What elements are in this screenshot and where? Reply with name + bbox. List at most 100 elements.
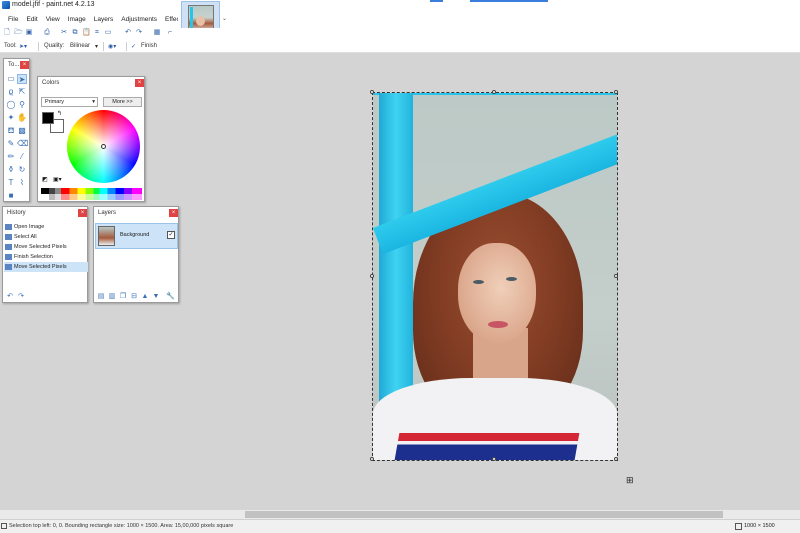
lasso-tool-icon[interactable]: ϱ [6, 87, 16, 97]
gradient-tool-icon[interactable]: ▩ [17, 126, 27, 136]
finish-button[interactable]: Finish [141, 43, 157, 49]
selection-handle[interactable] [614, 274, 618, 278]
paste-icon[interactable]: 📋 [82, 29, 91, 37]
selection-handle[interactable] [370, 274, 374, 278]
color-palette-light[interactable] [41, 194, 142, 200]
palette-icon[interactable]: ◩ [42, 176, 48, 183]
delete-layer-icon[interactable]: ▥ [108, 293, 116, 300]
deselect-icon[interactable]: ▭ [104, 29, 112, 37]
title-bar: model.jfif - paint.net 4.2.13 [0, 0, 800, 10]
eraser-tool-icon[interactable]: ⌫ [17, 139, 28, 149]
recolor-tool-icon[interactable]: ↻ [17, 165, 27, 175]
magic-wand-tool-icon[interactable]: ✦ [6, 113, 16, 123]
redo-icon[interactable]: ↷ [135, 29, 143, 37]
history-item[interactable]: Select All [4, 232, 88, 242]
history-item[interactable]: Finish Selection [4, 252, 88, 262]
app-icon [2, 1, 10, 9]
selection-handle[interactable] [492, 90, 496, 94]
move-selection-tool-icon[interactable]: ⇱ [17, 87, 27, 97]
close-icon[interactable]: × [20, 61, 29, 69]
print-icon[interactable]: ⎙ [43, 29, 51, 37]
layer-thumbnail [98, 226, 115, 246]
history-item-selected[interactable]: Move Selected Pixels [4, 262, 88, 272]
save-icon[interactable]: ▣ [25, 29, 33, 37]
shapes-tool-icon[interactable]: ■ [6, 191, 16, 201]
merge-layer-icon[interactable]: ⊟ [130, 293, 138, 300]
close-icon[interactable]: × [169, 209, 178, 217]
main-toolbar: 🗋 🗁 ▣ ⎙ ✂ ⧉ 📋 ⌗ ▭ ↶ ↷ ▦ ⌐ [0, 28, 800, 40]
finish-selection-icon [5, 254, 12, 260]
paintbrush-tool-icon[interactable]: ✎ [6, 139, 16, 149]
selection-handle[interactable] [370, 457, 374, 461]
primary-color-swatch[interactable] [42, 112, 54, 124]
line-curve-tool-icon[interactable]: ⌇ [17, 178, 27, 188]
close-icon[interactable]: × [135, 79, 144, 87]
menu-edit[interactable]: Edit [22, 16, 41, 23]
duplicate-layer-icon[interactable]: ❐ [119, 293, 127, 300]
rectangle-select-tool-icon[interactable]: ▭ [6, 74, 16, 84]
checkmark-icon[interactable]: ✓ [131, 43, 136, 50]
layers-window: Layers × Background ✓ ▤ ▥ ❐ ⊟ ▲ ▼ 🔧 [93, 206, 179, 303]
swap-colors-icon[interactable]: ↰ [57, 110, 62, 117]
chevron-down-icon[interactable]: ▾ [95, 43, 98, 50]
selection-marquee[interactable] [370, 90, 618, 461]
new-file-icon[interactable]: 🗋 [3, 29, 11, 37]
pan-tool-icon[interactable]: ✋ [17, 113, 27, 123]
grid-icon[interactable]: ▦ [153, 29, 161, 37]
divider [38, 42, 39, 51]
layers-window-title: Layers [98, 210, 117, 216]
layer-row[interactable]: Background ✓ [95, 223, 178, 249]
menu-adjustments[interactable]: Adjustments [117, 16, 161, 23]
tab-list-chevron-icon[interactable]: ⌄ [222, 15, 227, 22]
menu-view[interactable]: View [42, 16, 64, 23]
chevron-down-icon: ▾ [92, 99, 95, 105]
undo-icon[interactable]: ↶ [124, 29, 132, 37]
cut-icon[interactable]: ✂ [60, 29, 68, 37]
selection-handle[interactable] [492, 457, 496, 461]
zoom-tool-icon[interactable]: ⚲ [17, 100, 27, 110]
text-tool-icon[interactable]: T [6, 178, 16, 188]
layer-visibility-checkbox[interactable]: ✓ [167, 231, 175, 239]
history-item[interactable]: Open Image [4, 222, 88, 232]
redo-icon[interactable]: ↷ [17, 293, 25, 300]
horizontal-scrollbar[interactable] [0, 510, 800, 519]
ruler-icon[interactable]: ⌐ [166, 29, 174, 37]
colors-window-title: Colors [42, 80, 60, 86]
selection-handle[interactable] [614, 457, 618, 461]
paint-bucket-tool-icon[interactable]: ⛾ [6, 126, 16, 136]
menu-bar: File Edit View Image Layers Adjustments … [0, 10, 185, 28]
quality-select[interactable]: Bilinear [70, 43, 90, 49]
color-mode-value: Primary [45, 99, 64, 105]
move-layer-down-icon[interactable]: ▼ [152, 293, 160, 300]
color-wheel-picker[interactable] [101, 144, 106, 149]
clone-stamp-tool-icon[interactable]: ⚱ [6, 165, 16, 175]
palette-menu-icon[interactable]: ▣▾ [53, 176, 62, 183]
divider [126, 42, 127, 51]
copy-icon[interactable]: ⧉ [71, 29, 79, 37]
move-selected-pixels-tool-icon[interactable]: ➤ [17, 74, 27, 84]
status-bar: Selection top left: 0, 0. Bounding recta… [0, 519, 800, 533]
crop-icon[interactable]: ⌗ [93, 29, 101, 37]
menu-file[interactable]: File [4, 16, 22, 23]
open-file-icon[interactable]: 🗁 [14, 29, 23, 37]
undo-icon[interactable]: ↶ [6, 293, 14, 300]
selection-handle[interactable] [614, 90, 618, 94]
add-layer-icon[interactable]: ▤ [97, 293, 105, 300]
ellipse-select-tool-icon[interactable]: ◯ [6, 100, 16, 110]
move-layer-up-icon[interactable]: ▲ [141, 293, 149, 300]
color-mode-select[interactable]: Primary ▾ [41, 97, 98, 107]
menu-layers[interactable]: Layers [90, 16, 118, 23]
color-picker-tool-icon[interactable]: ⁄ [17, 152, 27, 162]
close-icon[interactable]: × [78, 209, 87, 217]
menu-image[interactable]: Image [64, 16, 90, 23]
history-window-title: History [7, 210, 26, 216]
history-item[interactable]: Move Selected Pixels [4, 242, 88, 252]
move-tool-icon[interactable]: ➤▾ [19, 43, 27, 50]
blend-mode-icon[interactable]: ◉▾ [108, 43, 116, 50]
layer-properties-icon[interactable]: 🔧 [166, 293, 175, 300]
more-colors-button[interactable]: More >> [103, 97, 142, 107]
selection-handle[interactable] [370, 90, 374, 94]
scrollbar-thumb[interactable] [245, 511, 723, 518]
move-pixels-icon [5, 264, 12, 270]
pencil-tool-icon[interactable]: ✏ [6, 152, 16, 162]
